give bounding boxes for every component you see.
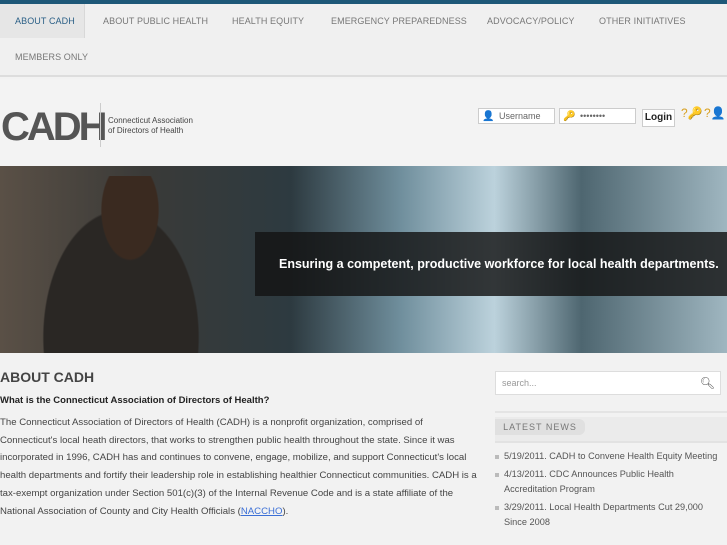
page-title: ABOUT CADH [0,369,95,385]
news-list: 5/19/2011. CADH to Convene Health Equity… [495,449,727,533]
section-question: What is the Connecticut Association of D… [0,395,270,406]
logo[interactable]: CADH [1,107,108,147]
search-placeholder: search... [502,378,537,388]
forgot-password-icon[interactable]: ?🔑 [681,106,703,120]
news-item[interactable]: 3/29/2011. Local Health Departments Cut … [495,500,727,530]
search-icon[interactable]: 🔍︎ [700,372,715,394]
login-button[interactable]: Login [642,109,675,127]
banner-caption: Ensuring a competent, productive workfor… [255,232,727,296]
news-item[interactable]: 5/19/2011. CADH to Convene Health Equity… [495,449,727,464]
username-placeholder: Username [499,111,541,121]
speaker-image [40,176,220,353]
latest-news-header: LATEST NEWS [495,417,727,443]
naccho-link[interactable]: NACCHO [241,506,283,517]
user-icon: 👤 [482,111,495,122]
search-input[interactable]: search... 🔍︎ [495,371,721,395]
nav-other-initiatives[interactable]: OTHER INITIATIVES [599,4,686,38]
sidebar-divider [495,411,727,413]
nav-members-only[interactable]: MEMBERS ONLY [15,40,88,74]
nav-about-public-health[interactable]: ABOUT PUBLIC HEALTH [103,4,208,38]
logo-divider [100,103,101,147]
news-item[interactable]: 4/13/2011. CDC Announces Public Health A… [495,467,727,497]
forgot-username-icon[interactable]: ?👤 [704,106,726,120]
nav-health-equity[interactable]: HEALTH EQUITY [232,4,304,38]
latest-news-title: LATEST NEWS [495,419,585,435]
key-icon: 🔑 [563,111,576,122]
main-nav: ABOUT CADH ABOUT PUBLIC HEALTH HEALTH EQ… [0,4,727,77]
header: CADH Connecticut Association of Directors… [0,79,727,166]
hero-banner: Ensuring a competent, productive workfor… [0,166,727,353]
about-paragraph: The Connecticut Association of Directors… [0,414,480,520]
password-input[interactable]: 🔑 •••••••• [559,108,636,124]
nav-about-cadh[interactable]: ABOUT CADH [0,4,85,38]
username-input[interactable]: 👤 Username [478,108,555,124]
paragraph-end: ). [282,505,289,517]
nav-emergency-preparedness[interactable]: EMERGENCY PREPAREDNESS [331,4,467,38]
logo-line-2: of Directors of Health [108,126,184,135]
logo-line-1: Connecticut Association [108,116,193,125]
paragraph-text: The Connecticut Association of Directors… [0,417,477,517]
password-value: •••••••• [580,111,606,121]
nav-advocacy-policy[interactable]: ADVOCACY/POLICY [487,4,575,38]
logo-subtitle: Connecticut Association of Directors of H… [108,116,193,136]
